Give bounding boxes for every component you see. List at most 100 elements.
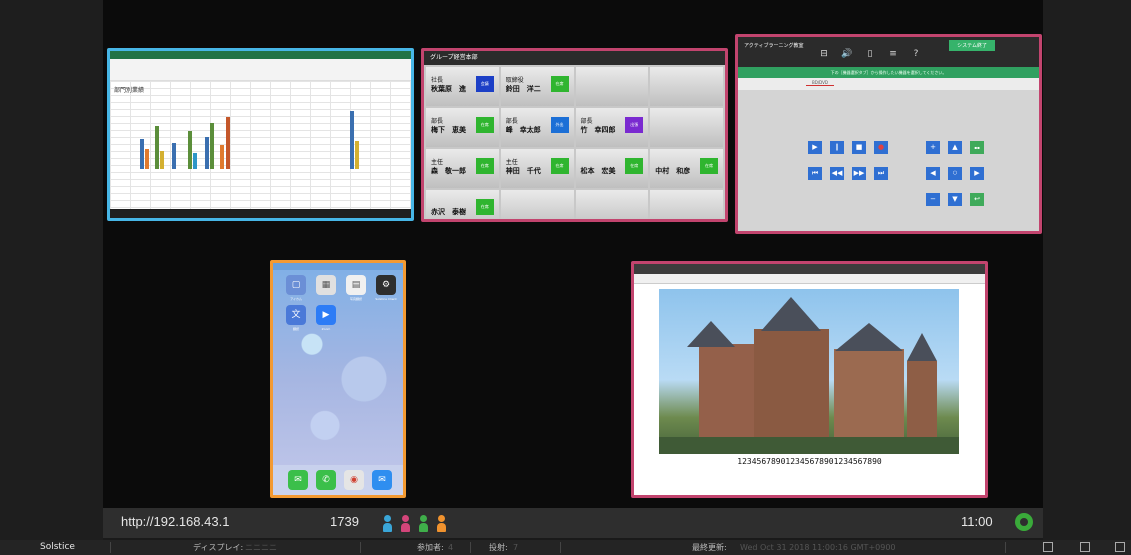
control-instruction-banner: 下の［機器選択タブ］から操作したい機器を選択してください。	[738, 67, 1039, 78]
person-name: 峰 幸太郎	[505, 126, 541, 134]
up-button[interactable]: ▲	[948, 141, 962, 154]
phone-app-icon[interactable]: ▦	[316, 275, 336, 295]
participant-icon[interactable]	[383, 515, 392, 532]
system-end-button[interactable]: システム終了	[949, 40, 995, 51]
layout-icon[interactable]	[1043, 542, 1053, 552]
phone-app-icon[interactable]: ▤	[346, 275, 366, 295]
presence-cell[interactable]: 社長 秋葉原 進 会議	[426, 67, 499, 106]
presence-cell[interactable]	[575, 190, 649, 219]
excel-ribbon	[110, 59, 411, 81]
down-button[interactable]: ▼	[948, 193, 962, 206]
phone-app-label: Zoom	[321, 327, 331, 331]
mail-app-icon[interactable]: ✉	[372, 470, 392, 490]
phone-app-icon[interactable]: 文	[286, 305, 306, 325]
chart-bar	[145, 149, 149, 169]
mixer-icon[interactable]: ≡	[887, 49, 899, 60]
phone-app-label: 写真翻訳	[349, 297, 362, 301]
chart-bar	[220, 145, 224, 169]
presence-cell[interactable]: 主任 神田 千代 在席	[500, 149, 574, 188]
post-castle-image[interactable]: 123456789012345678901234567890	[631, 261, 988, 498]
ok-button[interactable]: ○	[948, 167, 962, 180]
phone-app-icon[interactable]: ✆	[316, 470, 336, 490]
skip-forward-button[interactable]: ⏭	[874, 167, 888, 180]
person-role: 主任	[431, 159, 444, 166]
menu-button[interactable]: ▪▪	[970, 141, 984, 154]
post-phone-screen[interactable]: ▢ アイカム ▦ ▤ 写真翻訳 ⚙ Solstice Client 文翻訳 ▶ Zoom ✉ ✆ ◉ ✉	[270, 260, 406, 498]
right-button[interactable]: ▶	[970, 167, 984, 180]
moat-water	[659, 437, 959, 454]
control-header: アクティブラーニング教室 システム終了 ⊟ 🔊 ▯ ≡?	[738, 37, 1039, 67]
control-icon-row: ⊟ 🔊 ▯ ≡?	[818, 49, 922, 60]
castle-roof	[835, 323, 903, 351]
pause-button[interactable]: ∥	[830, 141, 844, 154]
chrome-app-icon[interactable]: ◉	[344, 470, 364, 490]
person-name: 赤沢 泰樹	[431, 208, 466, 216]
minus-button[interactable]: −	[926, 193, 940, 206]
presence-cell[interactable]: 部長峰 幸太郎 外出	[500, 108, 574, 147]
presence-cell[interactable]	[650, 190, 723, 219]
status-bar: http://192.168.43.1 1739 11:00	[103, 508, 1043, 538]
presence-cell[interactable]: 松本 宏美 在席	[575, 149, 649, 188]
post-av-control-panel[interactable]: アクティブラーニング教室 システム終了 ⊟ 🔊 ▯ ≡? 下の［機器選択タブ］から操作…	[735, 34, 1042, 234]
presence-status-badge: 在席	[550, 76, 569, 92]
rewind-button[interactable]: ◀◀	[830, 167, 844, 180]
presence-cell[interactable]: 主任森 敬一郎 在席	[426, 149, 499, 188]
chart-bar	[172, 143, 176, 169]
phone-app-icon[interactable]: ▢	[286, 275, 306, 295]
person-name: 秋葉原 進	[431, 85, 466, 93]
record-button[interactable]: ●	[874, 141, 888, 154]
clock: 11:00	[961, 514, 993, 529]
presence-cell[interactable]: 中村 和彦 在席	[650, 149, 723, 188]
presence-cell[interactable]	[650, 108, 723, 147]
castle-wall	[699, 344, 754, 439]
presence-cell[interactable]: 取締役 鈴田 洋二 在席	[500, 67, 574, 106]
remote-icon[interactable]: ▯	[864, 49, 876, 60]
person-name: 竹 幸四郎	[580, 126, 616, 134]
post-excel-spreadsheet[interactable]: 部門別業績	[107, 48, 414, 221]
participant-icon[interactable]	[419, 515, 428, 532]
grid-icon[interactable]	[1080, 542, 1090, 552]
connect-url: http://192.168.43.1	[121, 514, 230, 529]
fast-forward-button[interactable]: ▶▶	[852, 167, 866, 180]
presence-cell[interactable]: 部長竹 幸四郎 出張	[575, 108, 649, 147]
divider	[110, 542, 111, 553]
settings-gear-icon[interactable]	[1015, 513, 1033, 531]
plus-button[interactable]: +	[926, 141, 940, 154]
presence-cell[interactable]	[575, 67, 649, 106]
stop-button[interactable]: ■	[852, 141, 866, 154]
presence-cell[interactable]	[500, 190, 574, 219]
castle-tower	[907, 361, 937, 439]
messages-app-icon[interactable]: ✉	[288, 470, 308, 490]
posts-label: 投射:	[489, 543, 508, 552]
post-presence-board[interactable]: グループ経営本部 社長 秋葉原 進会議 取締役 鈴田 洋二 在席 部長 梅下 恵美 在席 部長峰…	[421, 48, 728, 222]
castle-roof	[761, 297, 821, 331]
tab-bd-dvd[interactable]: BD/DVD	[806, 80, 834, 86]
display-value: ニニニニ	[245, 543, 277, 552]
volume-icon[interactable]: 🔊	[841, 49, 853, 60]
divider	[1005, 542, 1006, 553]
fullscreen-icon[interactable]	[1115, 542, 1125, 552]
return-button[interactable]: ↩	[970, 193, 984, 206]
display-icon[interactable]: ⊟	[818, 49, 830, 60]
left-button[interactable]: ◀	[926, 167, 940, 180]
presence-cell[interactable]	[650, 67, 723, 106]
play-button[interactable]: ▶	[808, 141, 822, 154]
person-name: 神田 千代	[505, 167, 541, 175]
phone-app-icon[interactable]: ⚙	[376, 275, 396, 295]
help-icon[interactable]: ?	[910, 49, 922, 60]
castle-roof	[687, 321, 735, 347]
participant-icon[interactable]	[437, 515, 446, 532]
skip-back-button[interactable]: ⏮	[808, 167, 822, 180]
phone-app-icon[interactable]: ▶	[316, 305, 336, 325]
participant-icon[interactable]	[401, 515, 410, 532]
person-name: 森 敬一郎	[431, 167, 466, 175]
presence-status-badge: 出張	[625, 117, 644, 133]
presence-cell[interactable]: 赤沢 泰樹 在席	[426, 190, 499, 219]
left-margin	[0, 0, 103, 540]
browser-address-bar	[634, 274, 985, 284]
presence-cell[interactable]: 部長 梅下 恵美 在席	[426, 108, 499, 147]
presence-status-badge: 在席	[475, 117, 494, 133]
chart-bar	[355, 141, 359, 169]
participants-label: 参加者:	[417, 543, 444, 552]
updated-label: 最終更新:	[692, 543, 727, 552]
